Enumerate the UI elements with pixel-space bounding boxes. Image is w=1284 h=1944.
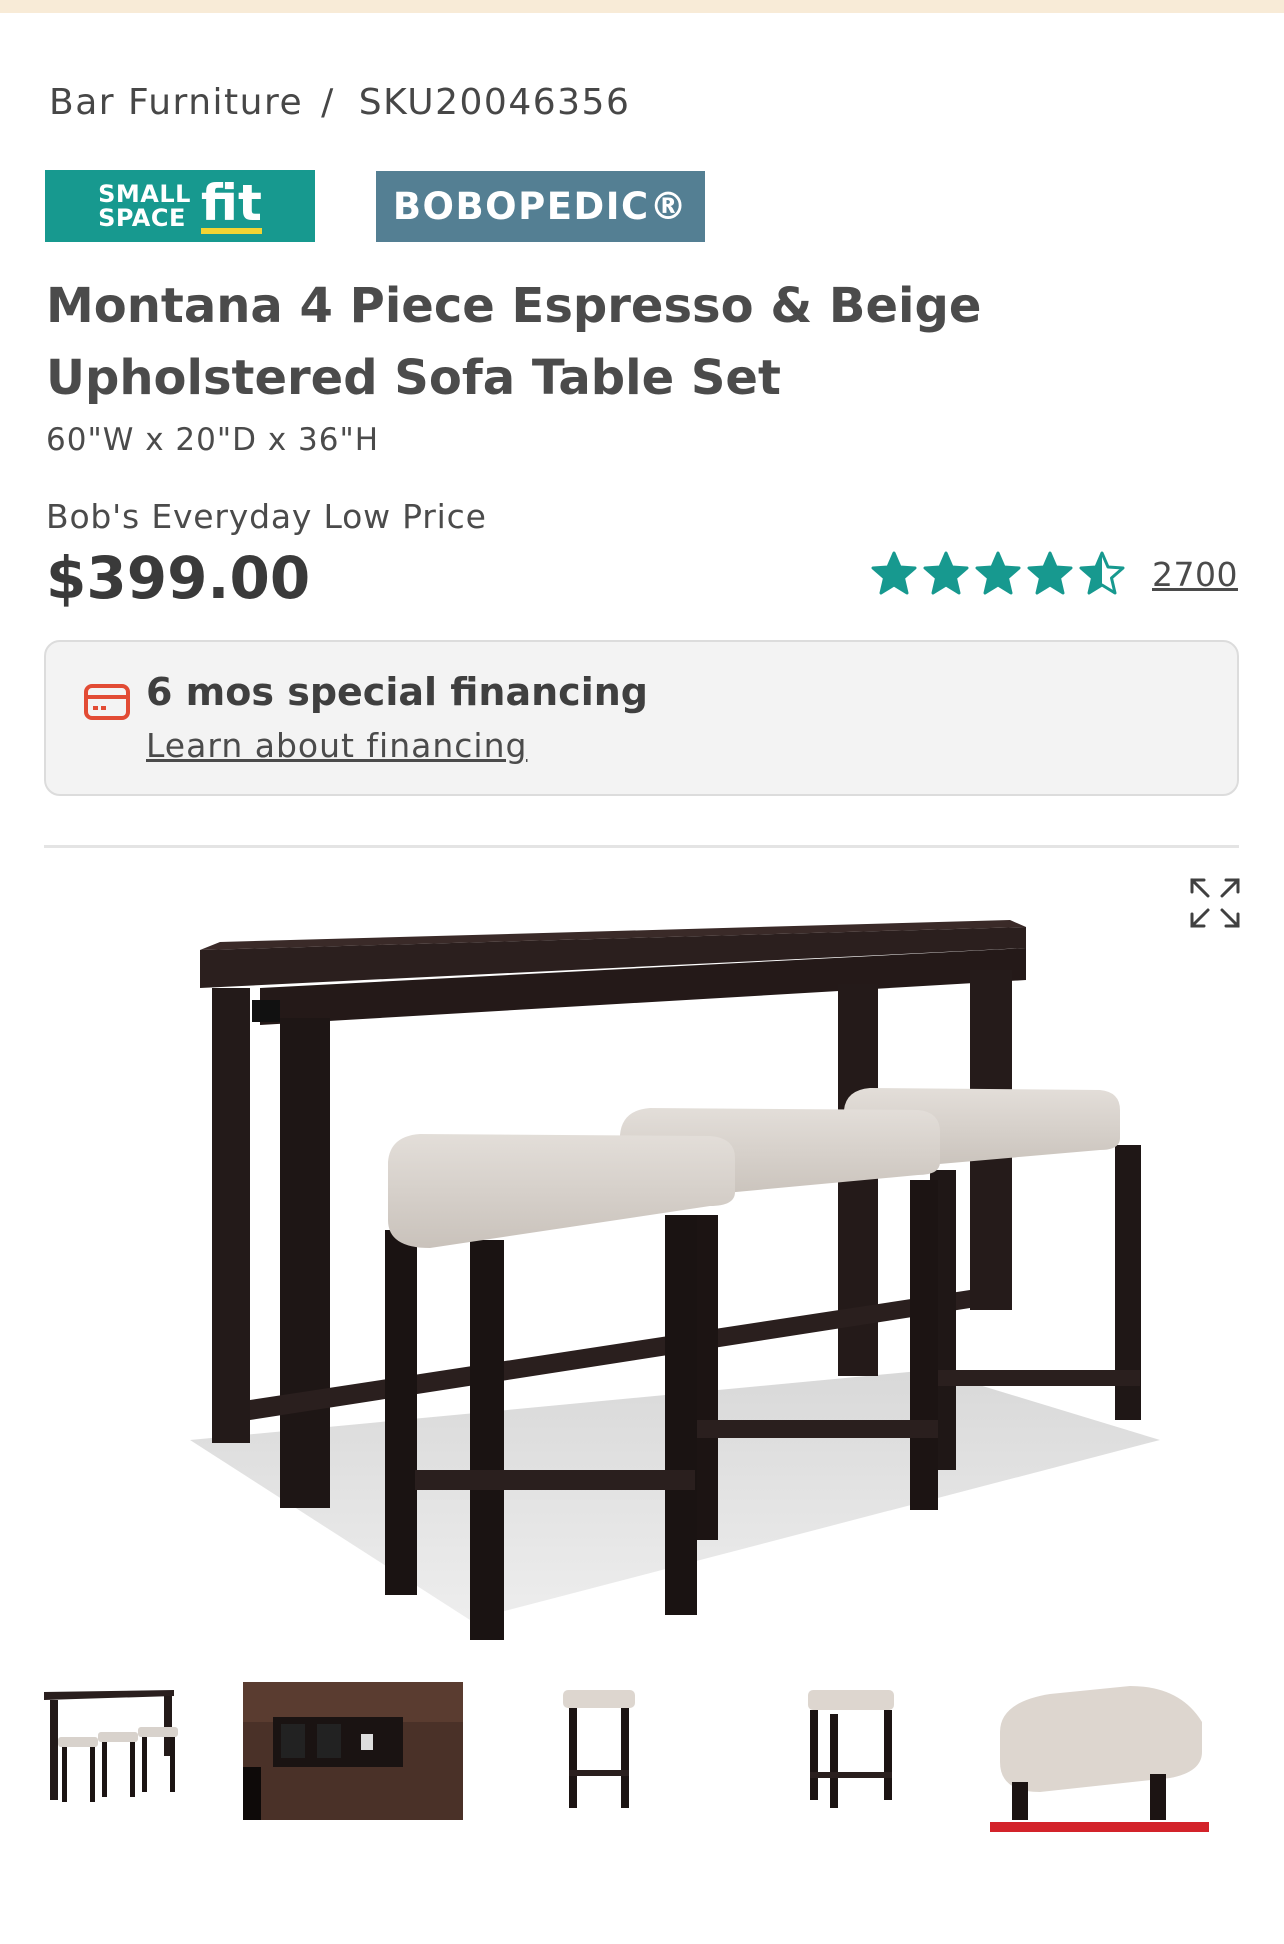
price-label: Bob's Everyday Low Price: [46, 497, 487, 536]
star-icon: [871, 551, 917, 595]
thumbnail-full-set[interactable]: [44, 1682, 194, 1817]
small-space-fit-badge[interactable]: SMALL SPACE fit: [45, 170, 315, 242]
top-banner-strip: [0, 0, 1284, 13]
rating-summary[interactable]: 2700: [870, 550, 1238, 598]
badge-fit-text: fit: [200, 174, 262, 234]
badge-space-text: SPACE: [98, 204, 186, 232]
financing-box: 6 mos special financing Learn about fina…: [44, 640, 1239, 796]
star-icon: [923, 551, 969, 595]
section-divider: [44, 845, 1239, 848]
product-main-image[interactable]: [170, 900, 1160, 1640]
breadcrumb-separator: /: [321, 82, 335, 123]
bobopedic-badge[interactable]: BOBOPEDIC®: [376, 171, 705, 242]
credit-card-icon: [84, 684, 130, 720]
star-icon: [975, 551, 1021, 595]
breadcrumb: Bar Furniture / SKU20046356: [49, 82, 630, 123]
thumbnail-stool-angle[interactable]: [800, 1682, 900, 1812]
product-price: $399.00: [46, 544, 311, 612]
breadcrumb-category-link[interactable]: Bar Furniture: [49, 82, 303, 123]
expand-icon[interactable]: [1188, 876, 1242, 930]
badge-small-text: SMALL: [98, 180, 191, 208]
star-icon: [1027, 551, 1073, 595]
thumbnail-outlet-closeup[interactable]: [243, 1682, 463, 1820]
learn-financing-link[interactable]: Learn about financing: [146, 726, 527, 765]
star-icon: [1079, 551, 1125, 595]
product-title: Montana 4 Piece Espresso & Beige Upholst…: [46, 278, 982, 406]
selected-thumbnail-indicator: [990, 1822, 1209, 1832]
financing-headline: 6 mos special financing: [146, 670, 648, 714]
thumbnail-stool-front[interactable]: [555, 1682, 645, 1812]
product-dimensions: 60"W x 20"D x 36"H: [46, 422, 380, 458]
star-rating: [870, 550, 1130, 598]
breadcrumb-sku: SKU20046356: [358, 82, 631, 123]
bobopedic-badge-text: BOBOPEDIC®: [392, 185, 689, 228]
review-count-link[interactable]: 2700: [1152, 555, 1238, 594]
thumbnail-seat-closeup[interactable]: [990, 1682, 1209, 1820]
